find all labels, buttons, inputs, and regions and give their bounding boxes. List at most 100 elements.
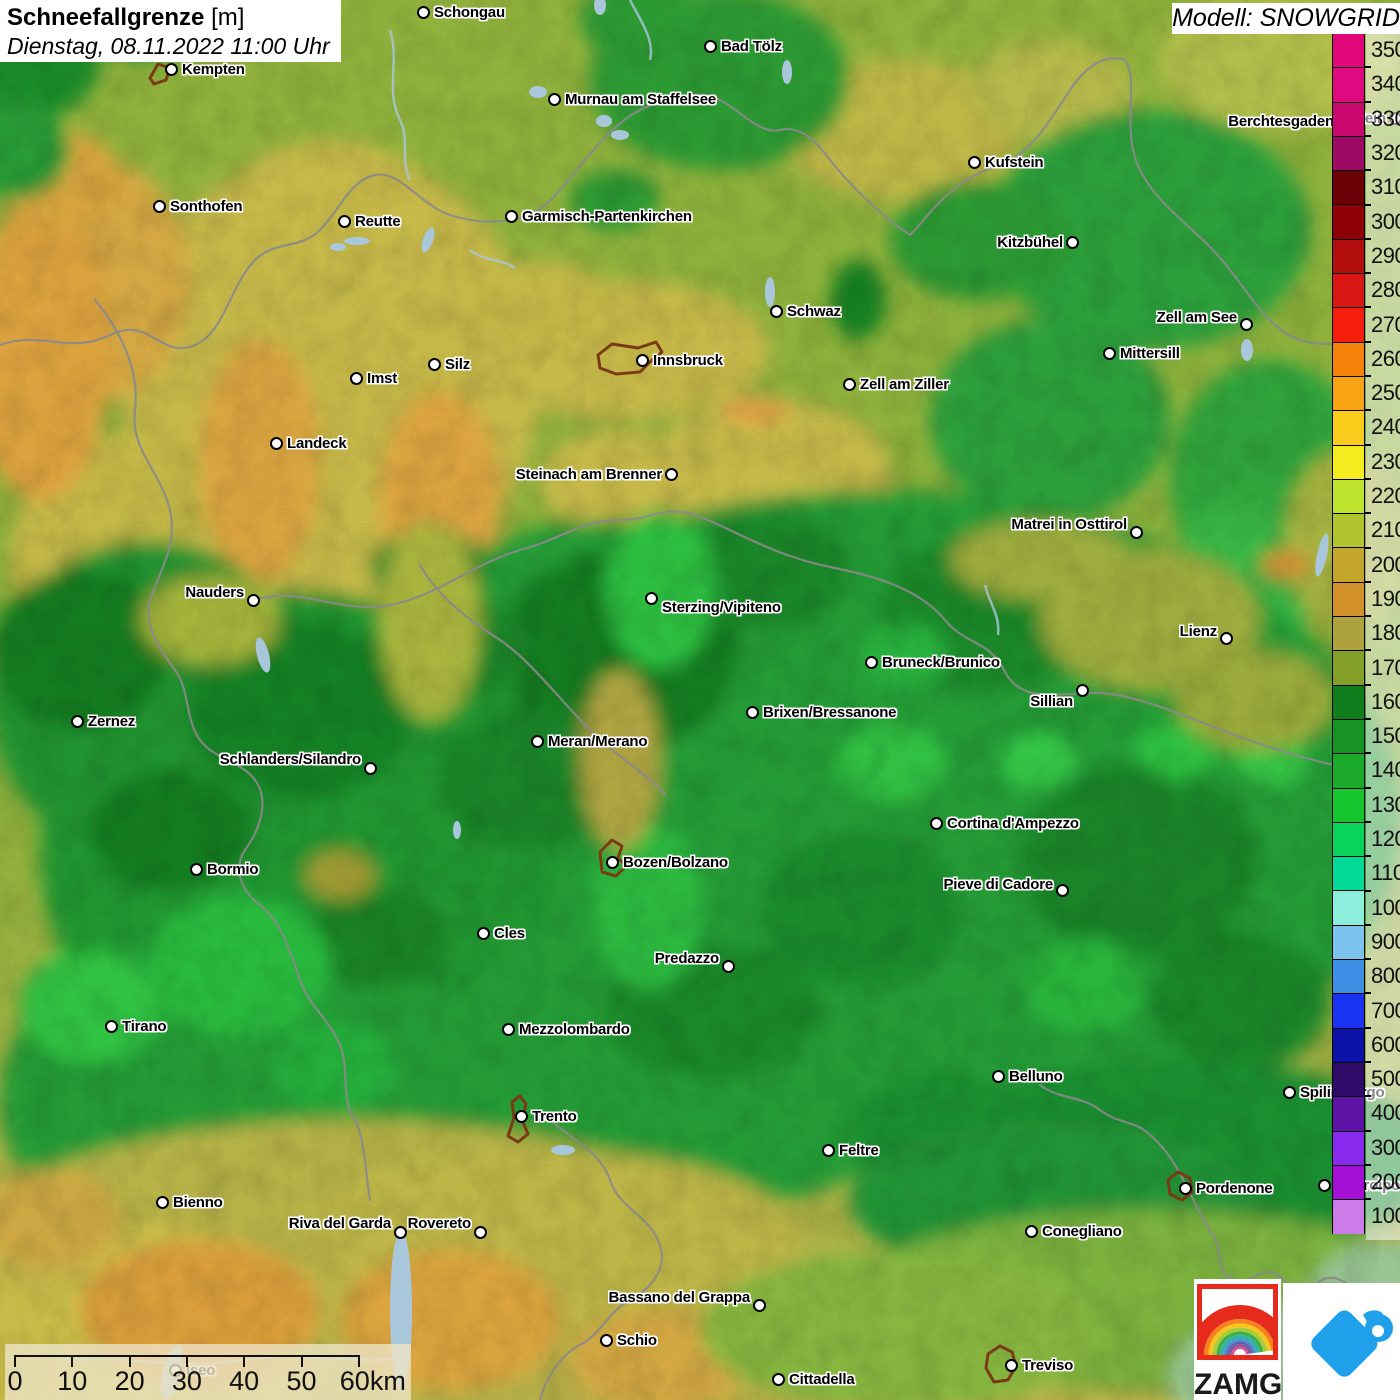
legend-tick bbox=[1365, 1163, 1371, 1166]
city-label: Silz bbox=[445, 356, 471, 373]
city-marker bbox=[770, 305, 783, 318]
legend-value: 2300 bbox=[1371, 448, 1400, 474]
city-label: Conegliano bbox=[1042, 1223, 1122, 1240]
legend-segment bbox=[1333, 685, 1364, 720]
legend-value: 3300 bbox=[1371, 105, 1400, 131]
legend-tick bbox=[1365, 923, 1371, 926]
legend-tick bbox=[1365, 1026, 1371, 1029]
city-marker bbox=[1318, 1179, 1331, 1192]
legend-tick bbox=[1365, 306, 1371, 309]
scalebar-label: 40 bbox=[229, 1366, 260, 1396]
legend-tick bbox=[1365, 134, 1371, 137]
legend-tick bbox=[1365, 889, 1371, 892]
legend-tick bbox=[1365, 203, 1371, 206]
legend-value: 2700 bbox=[1371, 311, 1400, 337]
city-marker bbox=[428, 358, 441, 371]
city-label: Schio bbox=[617, 1332, 657, 1349]
legend-segment bbox=[1333, 582, 1364, 618]
legend-segment bbox=[1333, 1200, 1364, 1235]
city-label: Meran/Merano bbox=[548, 733, 648, 750]
legend-segment bbox=[1333, 102, 1364, 137]
city-label: Sillian bbox=[1030, 693, 1073, 710]
legend-segment bbox=[1333, 651, 1364, 686]
scalebar-label: 20 bbox=[114, 1366, 145, 1396]
city-marker bbox=[153, 200, 166, 213]
legend-value: 1300 bbox=[1371, 791, 1400, 817]
city-label: Garmisch-Partenkirchen bbox=[522, 208, 692, 225]
city-marker bbox=[600, 1334, 613, 1347]
legend-tick bbox=[1365, 546, 1371, 549]
city-label: Kitzbühel bbox=[997, 234, 1063, 251]
city-marker bbox=[270, 437, 283, 450]
city-label: Belluno bbox=[1009, 1068, 1063, 1085]
city-marker bbox=[1005, 1359, 1018, 1372]
scalebar-label: 30 bbox=[171, 1366, 202, 1396]
legend-segment bbox=[1333, 239, 1364, 275]
city-marker bbox=[753, 1299, 766, 1312]
legend-value: 400 bbox=[1371, 1100, 1400, 1126]
city-label: Imst bbox=[367, 370, 398, 387]
zamg-logo-text: ZAMG bbox=[1194, 1368, 1283, 1400]
city-label: Reutte bbox=[355, 213, 401, 230]
legend-segment bbox=[1333, 411, 1364, 446]
legend-tick bbox=[1365, 66, 1371, 69]
city-label: Feltre bbox=[839, 1142, 879, 1159]
legend-segment bbox=[1333, 960, 1364, 995]
legend-segment bbox=[1333, 376, 1364, 412]
legend-value: 500 bbox=[1371, 1066, 1400, 1092]
city-label: Cortina d'Ampezzo bbox=[947, 815, 1079, 832]
legend-tick bbox=[1365, 1129, 1371, 1132]
city-label: Berchtesgaden bbox=[1228, 113, 1334, 130]
legend-colorbar bbox=[1332, 33, 1365, 1235]
city-marker bbox=[1240, 318, 1253, 331]
city-marker bbox=[531, 735, 544, 748]
city-label: Bruneck/Brunico bbox=[882, 654, 1000, 671]
city-marker bbox=[606, 856, 619, 869]
legend-value: 2000 bbox=[1371, 551, 1400, 577]
title-parameter: Schneefallgrenze bbox=[7, 4, 205, 31]
legend-value: 1500 bbox=[1371, 723, 1400, 749]
city-label: Schwaz bbox=[787, 303, 841, 320]
legend-value: 800 bbox=[1371, 963, 1400, 989]
legend-value: 1400 bbox=[1371, 757, 1400, 783]
snowfall-limit-map: Schongau Bad Tölz Kempten Murnau am Staffel… bbox=[0, 0, 1400, 1400]
city-label: Pordenone bbox=[1196, 1180, 1273, 1197]
city-marker bbox=[1066, 236, 1079, 249]
legend-segment bbox=[1333, 1165, 1364, 1201]
city-marker bbox=[394, 1226, 407, 1239]
legend-value: 1600 bbox=[1371, 688, 1400, 714]
city-label: Zell am See bbox=[1156, 309, 1238, 326]
city-marker bbox=[722, 960, 735, 973]
city-label: Brixen/Bressanone bbox=[763, 704, 897, 721]
legend-tick bbox=[1365, 615, 1371, 618]
city-marker bbox=[822, 1144, 835, 1157]
city-label: Bad Tölz bbox=[721, 38, 782, 55]
legend-segment bbox=[1333, 1062, 1364, 1098]
legend-segment bbox=[1333, 822, 1364, 858]
legend-tick bbox=[1365, 477, 1371, 480]
map-title: Schneefallgrenze [m] bbox=[7, 3, 341, 32]
legend-value: 3000 bbox=[1371, 208, 1400, 234]
legend-tick bbox=[1365, 683, 1371, 686]
city-marker bbox=[247, 594, 260, 607]
city-marker bbox=[1103, 347, 1116, 360]
city-marker bbox=[417, 6, 430, 19]
legend-segment bbox=[1333, 342, 1364, 377]
city-marker bbox=[350, 372, 363, 385]
legend-tick bbox=[1365, 409, 1371, 412]
city-marker bbox=[1056, 884, 1069, 897]
legend-value: 1800 bbox=[1371, 620, 1400, 646]
city-marker bbox=[515, 1110, 528, 1123]
legend-value: 1000 bbox=[1371, 894, 1400, 920]
city-label: Sterzing/Vipiteno bbox=[662, 599, 781, 616]
scalebar-label: 0 bbox=[7, 1366, 23, 1396]
legend-segment bbox=[1333, 68, 1364, 103]
city-marker bbox=[968, 156, 981, 169]
city-label: Schlanders/Silandro bbox=[219, 751, 361, 768]
city-marker bbox=[71, 715, 84, 728]
partner-logo bbox=[1283, 1283, 1400, 1400]
legend-segment bbox=[1333, 925, 1364, 961]
city-marker bbox=[930, 817, 943, 830]
legend-segment bbox=[1333, 171, 1364, 206]
city-label: Innsbruck bbox=[653, 352, 723, 369]
